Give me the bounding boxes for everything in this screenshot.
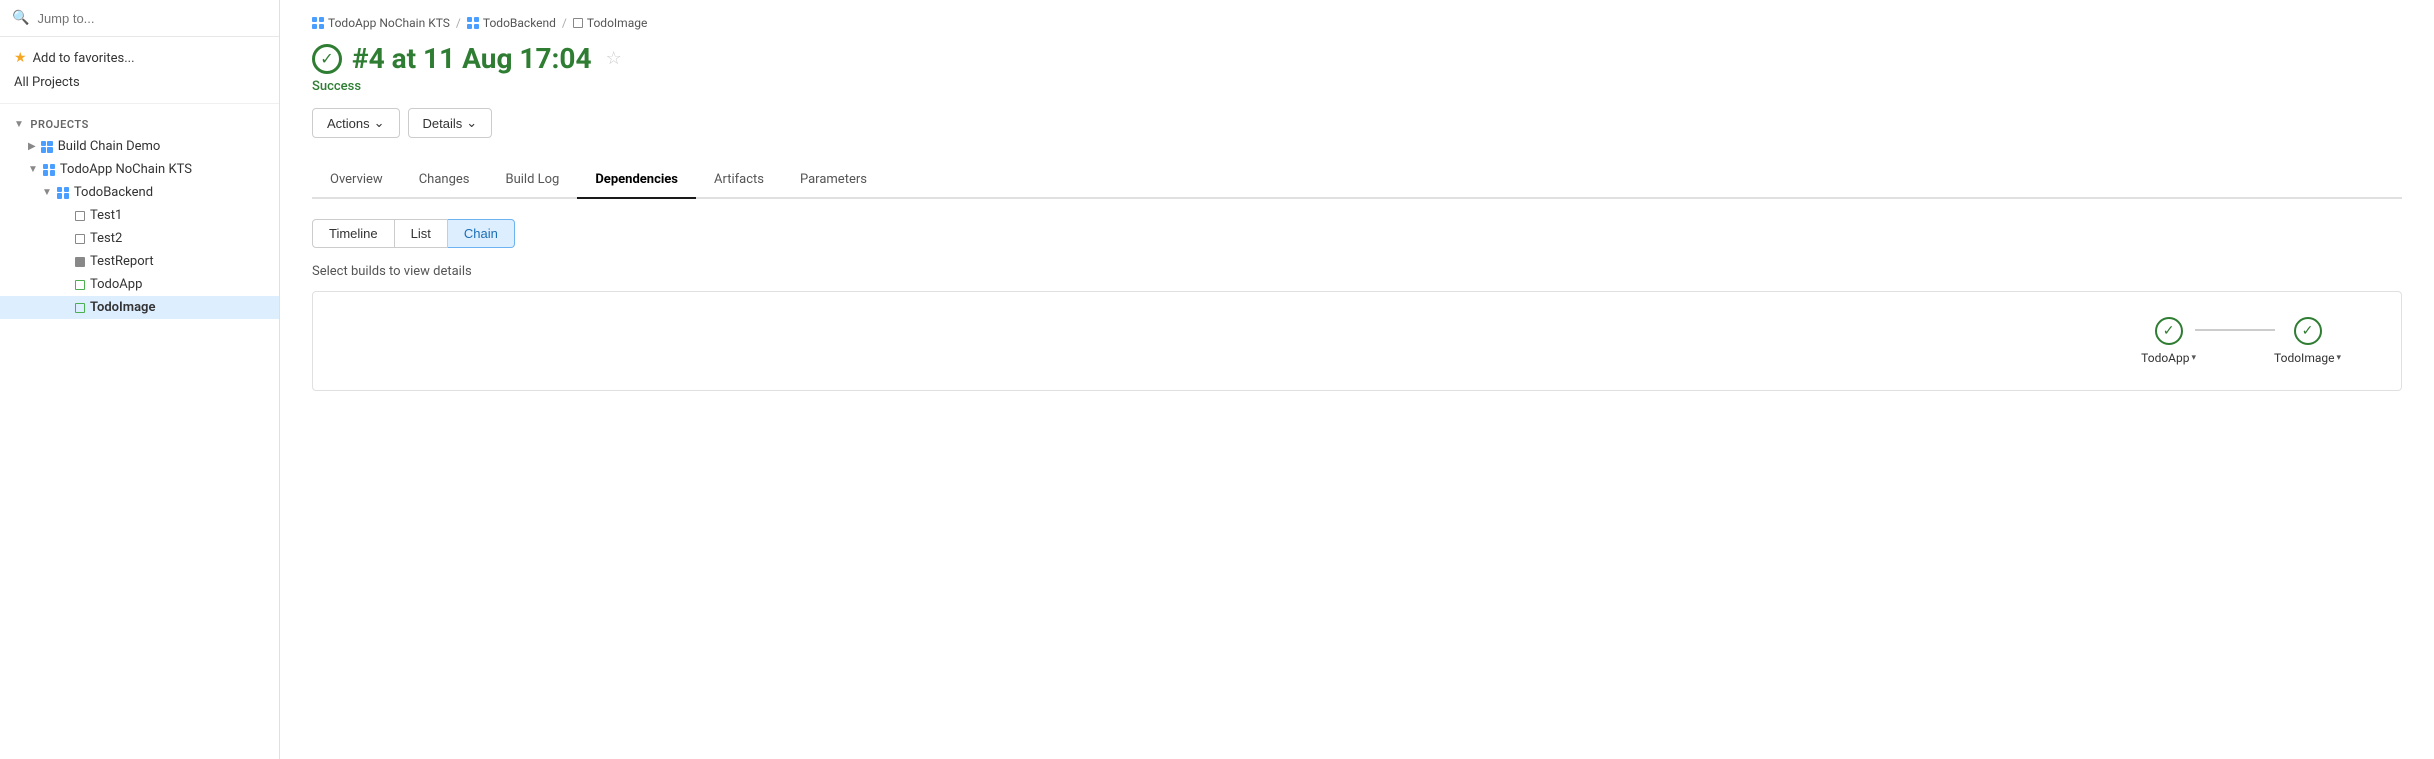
sidebar-item-build-chain-demo[interactable]: ▶ Build Chain Demo (0, 135, 279, 158)
sidebar-item-todoimage[interactable]: TodoImage (0, 296, 279, 319)
chevron-icon: ▶ (28, 141, 36, 152)
chain-container: ✓ TodoApp ▾ ✓ TodoImage ▾ (312, 291, 2402, 391)
subtab-chain[interactable]: Chain (448, 219, 515, 248)
grid-icon (41, 141, 53, 153)
tab-overview[interactable]: Overview (312, 162, 401, 199)
chevron-down-icon: ▾ (2191, 353, 2196, 363)
tab-changes[interactable]: Changes (401, 162, 488, 199)
details-button[interactable]: Details ⌄ (408, 108, 493, 138)
grid-icon (467, 17, 479, 29)
chevron-down-icon: ▾ (2336, 353, 2341, 363)
breadcrumb-item-1: TodoApp NoChain KTS (312, 16, 450, 30)
square-icon (573, 18, 583, 28)
breadcrumb-separator: / (562, 16, 567, 30)
search-input[interactable] (37, 11, 267, 26)
grid-icon (312, 17, 324, 29)
square-icon (75, 303, 85, 313)
sidebar-links: ★ Add to favorites... All Projects (0, 37, 279, 104)
main-content: TodoApp NoChain KTS / TodoBackend / Todo… (280, 0, 2434, 759)
chevron-down-icon: ⌄ (466, 115, 477, 131)
chain-node-label-todoimage: TodoImage ▾ (2274, 351, 2341, 365)
search-icon: 🔍 (12, 10, 29, 26)
breadcrumb-separator: / (456, 16, 461, 30)
grid-icon (43, 164, 55, 176)
chain-connector (2195, 329, 2275, 331)
sidebar-item-testreport[interactable]: TestReport (0, 250, 279, 273)
star-icon: ★ (14, 50, 27, 66)
node-success-icon: ✓ (2294, 317, 2322, 345)
tab-parameters[interactable]: Parameters (782, 162, 885, 199)
main-tabs: Overview Changes Build Log Dependencies … (312, 162, 2402, 199)
chevron-icon: ▼ (28, 164, 38, 175)
action-buttons: Actions ⌄ Details ⌄ (312, 108, 2402, 138)
square-icon (75, 257, 85, 267)
search-bar: 🔍 (0, 0, 279, 37)
chevron-icon: ▼ (42, 187, 52, 198)
sidebar-item-test1[interactable]: Test1 (0, 204, 279, 227)
projects-header[interactable]: ▼ PROJECTS (0, 114, 279, 135)
add-favorites-link[interactable]: ★ Add to favorites... (14, 47, 265, 69)
grid-icon (57, 187, 69, 199)
subtab-list[interactable]: List (395, 219, 448, 248)
chevron-down-icon: ⌄ (374, 115, 385, 131)
sidebar: 🔍 ★ Add to favorites... All Projects ▼ P… (0, 0, 280, 759)
square-icon (75, 234, 85, 244)
success-check-icon: ✓ (312, 44, 342, 74)
breadcrumb: TodoApp NoChain KTS / TodoBackend / Todo… (312, 16, 2402, 30)
actions-button[interactable]: Actions ⌄ (312, 108, 400, 138)
chain-node-todoapp[interactable]: ✓ TodoApp ▾ (2141, 317, 2196, 365)
sidebar-item-todoapp[interactable]: TodoApp (0, 273, 279, 296)
tab-build-log[interactable]: Build Log (487, 162, 577, 199)
sidebar-item-todobackend[interactable]: ▼ TodoBackend (0, 181, 279, 204)
projects-section: ▼ PROJECTS ▶ Build Chain Demo ▼ TodoApp … (0, 104, 279, 329)
square-icon (75, 280, 85, 290)
sidebar-item-todoapp-nochain-kts[interactable]: ▼ TodoApp NoChain KTS (0, 158, 279, 181)
breadcrumb-item-2: TodoBackend (467, 16, 556, 30)
chain-node-label-todoapp: TodoApp ▾ (2141, 351, 2196, 365)
sidebar-item-test2[interactable]: Test2 (0, 227, 279, 250)
tab-artifacts[interactable]: Artifacts (696, 162, 782, 199)
subtab-timeline[interactable]: Timeline (312, 219, 395, 248)
build-status: Success (312, 79, 2402, 94)
breadcrumb-item-3: TodoImage (573, 16, 647, 30)
square-icon (75, 211, 85, 221)
build-number-title: #4 at 11 Aug 17:04 (352, 42, 592, 75)
sub-tabs: Timeline List Chain (312, 219, 2402, 248)
tab-dependencies[interactable]: Dependencies (577, 162, 696, 199)
chain-nodes: ✓ TodoApp ▾ ✓ TodoImage ▾ (2141, 317, 2341, 365)
favorite-star-button[interactable]: ☆ (602, 48, 626, 69)
select-builds-text: Select builds to view details (312, 264, 2402, 279)
projects-chevron-icon: ▼ (14, 119, 24, 130)
all-projects-link[interactable]: All Projects (14, 69, 265, 93)
chain-node-todoimage[interactable]: ✓ TodoImage ▾ (2274, 317, 2341, 365)
node-success-icon: ✓ (2155, 317, 2183, 345)
build-title: ✓ #4 at 11 Aug 17:04 ☆ (312, 42, 2402, 75)
